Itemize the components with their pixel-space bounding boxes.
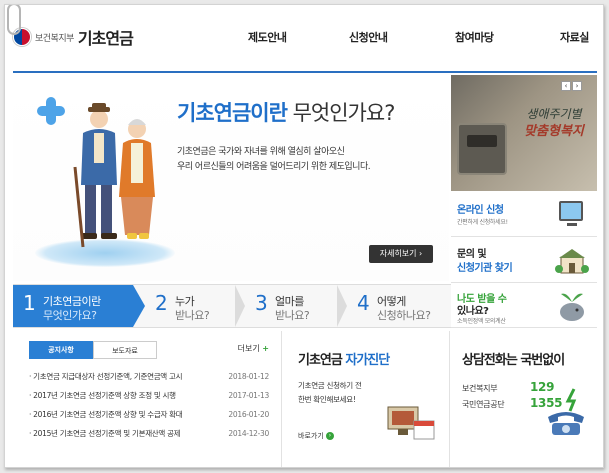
self-check-text: 기초연금 신청하기 전 한번 확인해보세요! [298,379,362,407]
hotline-org-1: 보건복지부 [462,384,498,393]
tab-press[interactable]: 보도자료 [93,341,157,359]
plus-icon: + [262,344,269,353]
news-title: · 기초연금 지급대상자 선정기준액, 기준연금액 고시 [29,372,183,381]
radio-decoration-icon [457,123,507,175]
site-header: 보건복지부 기초연금 제도안내 신청안내 참여마당 자료실 [5,5,603,69]
hero-title: 기초연금이란 무엇인가요? [177,97,396,127]
self-check-line1: 기초연금 신청하기 전 [298,381,362,390]
calc-line2: 있나요? [457,306,489,317]
step-2[interactable]: 2 누가 받나요? [149,285,249,327]
online-apply-box[interactable]: 온라인 신청 간편하게 신청하세요! [451,191,597,237]
step-3-number: 3 [255,291,268,315]
step-3-subtitle: 받나요? [275,309,310,322]
list-item[interactable]: · 2017년 기초연금 선정기준액 상향 조정 및 시행 2017-01-13 [29,386,269,405]
calc-sub: 소득인정액 모의계산 [457,318,506,325]
hero-section: 기초연금이란 무엇인가요? 기초연금은 국가와 자녀를 위해 열심히 살아오신 … [13,75,449,281]
inquiry-box[interactable]: 문의 및 신청기관 찾기 [451,237,597,283]
hotline-title-plain: 상담전화는 [462,353,521,368]
hotline-org-2: 국민연금공단 [462,400,505,409]
monitor-icon [559,201,583,226]
hero-description: 기초연금은 국가와 자녀를 위해 열심히 살아오신 우리 어르신들의 어려움을 … [177,145,437,175]
step-4-subtitle: 신청하나요? [377,309,431,322]
step-1-number: 1 [23,291,36,315]
welfare-banner[interactable]: 생애주기별 맞춤형복지 ‹ › [451,75,597,191]
hero-title-rest: 무엇인가요? [286,101,396,125]
online-apply-title: 온라인 신청 [457,201,504,216]
banner-text: 생애주기별 맞춤형복지 [513,105,595,141]
step-2-number: 2 [155,291,168,315]
banner-line1: 생애주기별 [526,107,582,121]
news-board: 공지사항 보도자료 더보기 + · 기초연금 지급대상자 선정기준액, 기준연금… [29,341,269,461]
site-logo[interactable]: 보건복지부 기초연금 [13,25,134,49]
step-1-subtitle: 무엇인가요? [43,309,97,322]
tab-notice[interactable]: 공지사항 [29,341,93,359]
banner-prev-button[interactable]: ‹ [561,81,571,91]
step-1[interactable]: 1 기초연금이란 무엇인가요? [13,285,133,327]
online-apply-title-text: 온라인 신청 [457,205,504,216]
nav-item-system[interactable]: 제도안내 [248,29,287,45]
paperclip-decoration [7,5,21,35]
banner-controls: ‹ › [561,81,582,91]
step-3-arrow [337,285,347,327]
self-check-line2: 한번 확인해보세요! [298,395,356,404]
news-list: · 기초연금 지급대상자 선정기준액, 기준연금액 고시 2018-01-12 ·… [29,367,269,443]
inquiry-line1: 문의 및 [457,249,487,260]
online-apply-sub: 간편하게 신청하세요! [457,219,508,226]
news-date: 2018-01-12 [228,372,269,381]
header-divider [13,71,597,73]
step-2-arrow [235,285,245,327]
banner-line2: 맞춤형복지 [524,124,584,139]
list-item[interactable]: · 2016년 기초연금 선정기준액 상향 및 수급자 확대 2016-01-20 [29,405,269,424]
step-1-arrow [133,285,145,327]
news-date: 2016-01-20 [228,410,269,419]
step-4[interactable]: 4 어떻게 신청하나요? [353,285,451,327]
self-check-panel[interactable]: 기초연금 자가진단 기초연금 신청하기 전 한번 확인해보세요! 바로가기 › [281,331,449,467]
hotline-row-1[interactable]: 보건복지부 129 [462,380,554,394]
piggy-bank-icon [560,293,584,321]
browser-frame: 보건복지부 기초연금 제도안내 신청안내 참여마당 자료실 기초연금이란 무엇인… [4,4,604,468]
list-item[interactable]: · 기초연금 지급대상자 선정기준액, 기준연금액 고시 2018-01-12 [29,367,269,386]
inquiry-line2: 신청기관 찾기 [457,263,513,274]
building-icon [555,249,589,274]
hotline-title: 상담전화는 국번없이 [462,349,565,368]
hotline-title-bold: 국번없이 [520,353,565,368]
logo-ministry-label: 보건복지부 [35,33,74,44]
list-item[interactable]: · 2015년 기초연금 선정기준액 및 기본재산액 공제 2014-12-30 [29,424,269,443]
calc-box[interactable]: 나도 받을 수 있나요? 소득인정액 모의계산 [451,284,597,328]
elderly-couple-illustration-icon [73,103,155,248]
self-check-title-blue: 자가진단 [345,353,390,368]
arrow-right-icon: › [326,432,334,440]
telephone-icon [548,388,584,435]
self-check-link-label: 바로가기 [298,432,324,440]
hotline-row-2[interactable]: 국민연금공단 1355 [462,396,563,410]
self-check-link[interactable]: 바로가기 › [298,431,334,441]
banner-next-button[interactable]: › [572,81,582,91]
news-title: · 2016년 기초연금 선정기준액 상향 및 수급자 확대 [29,410,183,419]
computer-calendar-icon [387,406,435,440]
detail-button[interactable]: 자세히보기 › [369,245,433,263]
news-title: · 2015년 기초연금 선정기준액 및 기본재산액 공제 [29,429,181,438]
nav-item-participation[interactable]: 참여마당 [455,29,494,45]
self-check-title: 기초연금 자가진단 [298,349,390,368]
news-date: 2017-01-13 [228,391,269,400]
self-check-title-plain: 기초연금 [298,353,346,368]
hero-title-highlight: 기초연금이란 [177,101,288,125]
hero-desc-line1: 기초연금은 국가와 자녀를 위해 열심히 살아오신 [177,147,345,157]
nav-item-application[interactable]: 신청안내 [349,29,388,45]
hero-desc-line2: 우리 어르신들의 어려움을 덜어드리기 위한 제도입니다. [177,162,371,172]
logo-site-title: 기초연금 [77,29,134,48]
news-more-link[interactable]: 더보기 + [238,343,269,354]
news-title: · 2017년 기초연금 선정기준액 상향 조정 및 시행 [29,391,176,400]
news-date: 2014-12-30 [228,429,269,438]
news-more-label: 더보기 [237,344,260,353]
step-3[interactable]: 3 얼마를 받나요? [251,285,351,327]
nav-item-library[interactable]: 자료실 [560,29,589,45]
hotline-panel: 상담전화는 국번없이 보건복지부 129 국민연금공단 1355 [449,331,601,467]
step-4-number: 4 [357,291,370,315]
steps-bar: 1 기초연금이란 무엇인가요? 2 누가 받나요? 3 얼마를 받나요? 4 어… [13,284,451,328]
step-2-subtitle: 받나요? [175,309,210,322]
